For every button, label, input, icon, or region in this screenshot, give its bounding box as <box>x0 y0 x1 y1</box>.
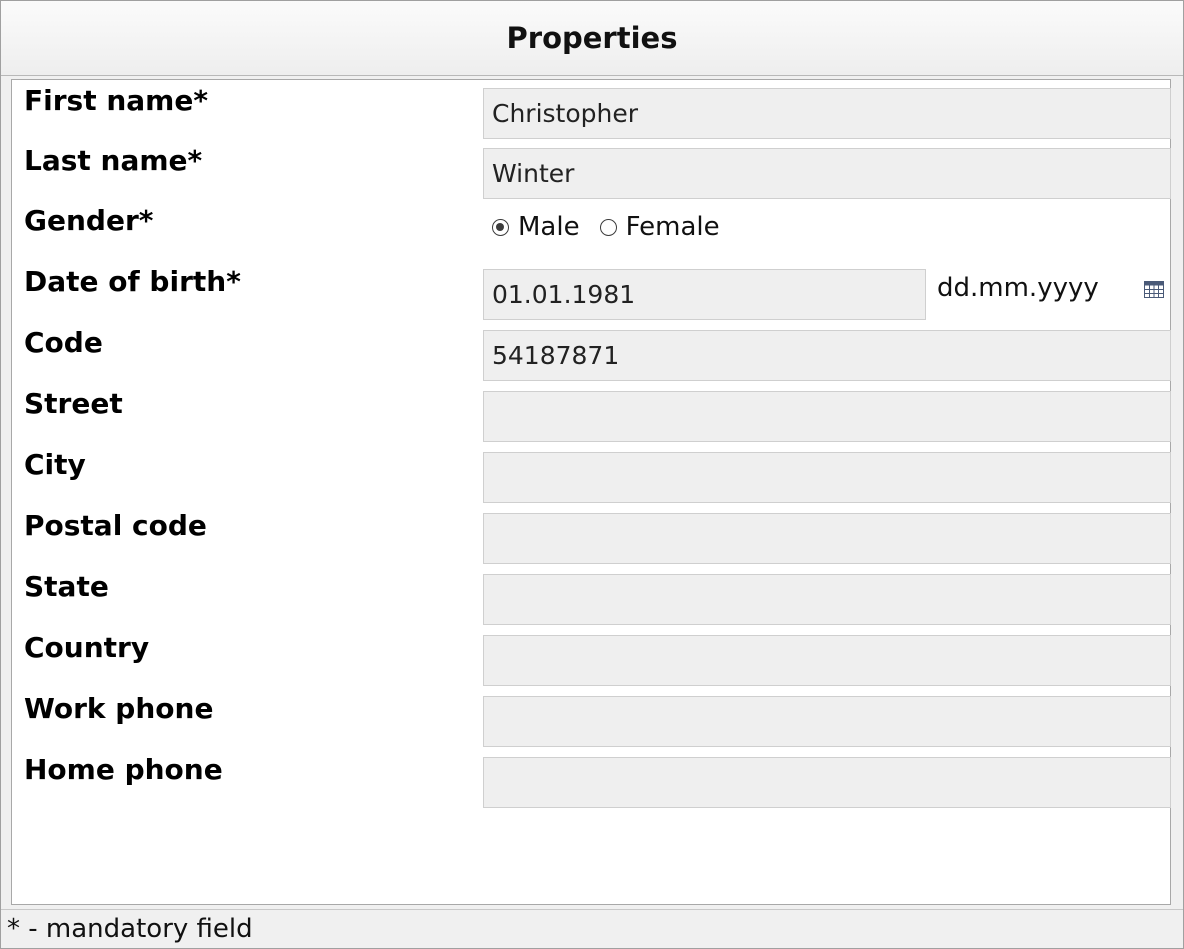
country-label: Country <box>24 631 150 664</box>
row-date-of-birth: Date of birth* dd.mm.yyyy <box>12 261 1172 321</box>
work-phone-label: Work phone <box>24 692 214 725</box>
code-label: Code <box>24 326 103 359</box>
city-field[interactable] <box>483 452 1171 503</box>
street-field[interactable] <box>483 391 1171 442</box>
last-name-field[interactable] <box>483 148 1171 199</box>
gender-label: Gender* <box>24 204 154 237</box>
code-field[interactable] <box>483 330 1171 381</box>
date-of-birth-label: Date of birth* <box>24 265 241 298</box>
row-first-name: First name* <box>12 80 1172 140</box>
row-country: Country <box>12 627 1172 687</box>
gender-radio-group: Male Female <box>492 212 740 242</box>
gender-female-radio[interactable]: Female <box>599 212 720 242</box>
properties-panel: Properties First name* Last name* Gender… <box>0 0 1184 949</box>
last-name-label: Last name* <box>24 144 203 177</box>
radio-checked-icon <box>492 218 509 236</box>
row-street: Street <box>12 383 1172 443</box>
gender-male-label: Male <box>518 212 580 242</box>
state-field[interactable] <box>483 574 1171 625</box>
row-postal-code: Postal code <box>12 505 1172 565</box>
radio-unchecked-icon <box>599 218 617 236</box>
city-label: City <box>24 448 86 481</box>
gender-male-radio[interactable]: Male <box>492 212 580 242</box>
panel-title: Properties <box>1 1 1183 76</box>
home-phone-field[interactable] <box>483 757 1171 808</box>
calendar-icon[interactable] <box>1144 281 1164 298</box>
work-phone-field[interactable] <box>483 696 1171 747</box>
date-of-birth-field[interactable] <box>483 269 926 320</box>
first-name-label: First name* <box>24 84 208 117</box>
date-format-hint: dd.mm.yyyy <box>937 273 1099 303</box>
street-label: Street <box>24 387 123 420</box>
row-gender: Gender* Male Female <box>12 200 1172 260</box>
row-home-phone: Home phone <box>12 749 1172 809</box>
gender-female-label: Female <box>625 212 720 242</box>
row-city: City <box>12 444 1172 504</box>
row-work-phone: Work phone <box>12 688 1172 748</box>
properties-form: First name* Last name* Gender* Male Fema… <box>11 79 1171 905</box>
row-state: State <box>12 566 1172 626</box>
postal-code-label: Postal code <box>24 509 207 542</box>
row-code: Code <box>12 322 1172 382</box>
postal-code-field[interactable] <box>483 513 1171 564</box>
home-phone-label: Home phone <box>24 753 223 786</box>
row-last-name: Last name* <box>12 140 1172 200</box>
state-label: State <box>24 570 109 603</box>
first-name-field[interactable] <box>483 88 1171 139</box>
country-field[interactable] <box>483 635 1171 686</box>
mandatory-field-note: * - mandatory field <box>1 909 1183 948</box>
